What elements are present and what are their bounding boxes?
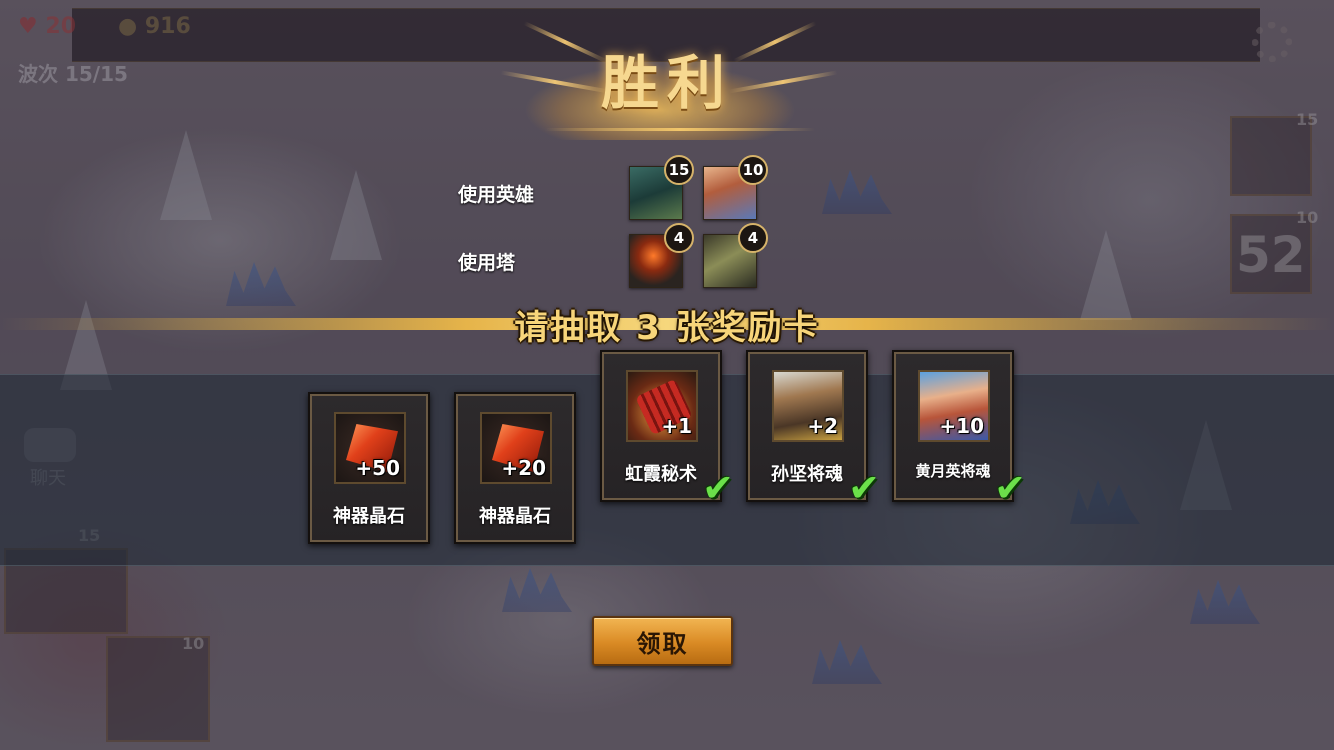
reward-amount: +1 bbox=[661, 414, 692, 438]
draw-reward-banner: 请抽取 3 张奖励卡 bbox=[514, 308, 820, 348]
artifact-crystal-icon: +50 bbox=[334, 412, 406, 484]
selected-check-icon: ✔ bbox=[848, 466, 880, 510]
reward-card-selected[interactable]: +2 孙坚将魂 ✔ bbox=[746, 350, 880, 510]
victory-underline bbox=[545, 128, 815, 131]
reward-card-selected[interactable]: +1 虹霞秘术 ✔ bbox=[600, 350, 734, 510]
secret-scroll-icon: +1 bbox=[626, 370, 698, 442]
reward-card[interactable]: +50 神器晶石 bbox=[308, 392, 430, 544]
hero-female-warrior-icon: 10 bbox=[703, 155, 768, 220]
sunjian-portrait-icon: +2 bbox=[772, 370, 844, 442]
hero-level-badge: 10 bbox=[738, 155, 768, 185]
victory-title: 胜利 bbox=[600, 49, 733, 117]
selected-check-icon: ✔ bbox=[702, 466, 734, 510]
hero-level-badge: 15 bbox=[664, 155, 694, 185]
reward-amount: +20 bbox=[501, 456, 546, 480]
reward-amount: +10 bbox=[939, 414, 984, 438]
reward-card[interactable]: +20 神器晶石 bbox=[454, 392, 576, 544]
crossbow-tower-icon: 4 bbox=[703, 223, 768, 288]
artifact-crystal-icon: +20 bbox=[480, 412, 552, 484]
reward-amount: +2 bbox=[807, 414, 838, 438]
tower-level-badge: 4 bbox=[664, 223, 694, 253]
hero-dragon-warrior-icon: 15 bbox=[629, 155, 694, 220]
used-heroes-label: 使用英雄 bbox=[458, 184, 535, 206]
reward-name: 神器晶石 bbox=[333, 506, 405, 527]
selected-check-icon: ✔ bbox=[994, 466, 1026, 510]
reward-amount: +50 bbox=[355, 456, 400, 480]
fire-tower-icon: 4 bbox=[629, 223, 694, 288]
huangyueying-portrait-icon: +10 bbox=[918, 370, 990, 442]
used-towers-label: 使用塔 bbox=[458, 252, 516, 274]
claim-button[interactable]: 领取 bbox=[592, 616, 733, 666]
tower-level-badge: 4 bbox=[738, 223, 768, 253]
reward-name: 神器晶石 bbox=[479, 506, 551, 527]
reward-card-selected[interactable]: +10 黄月英将魂 ✔ bbox=[892, 350, 1026, 510]
